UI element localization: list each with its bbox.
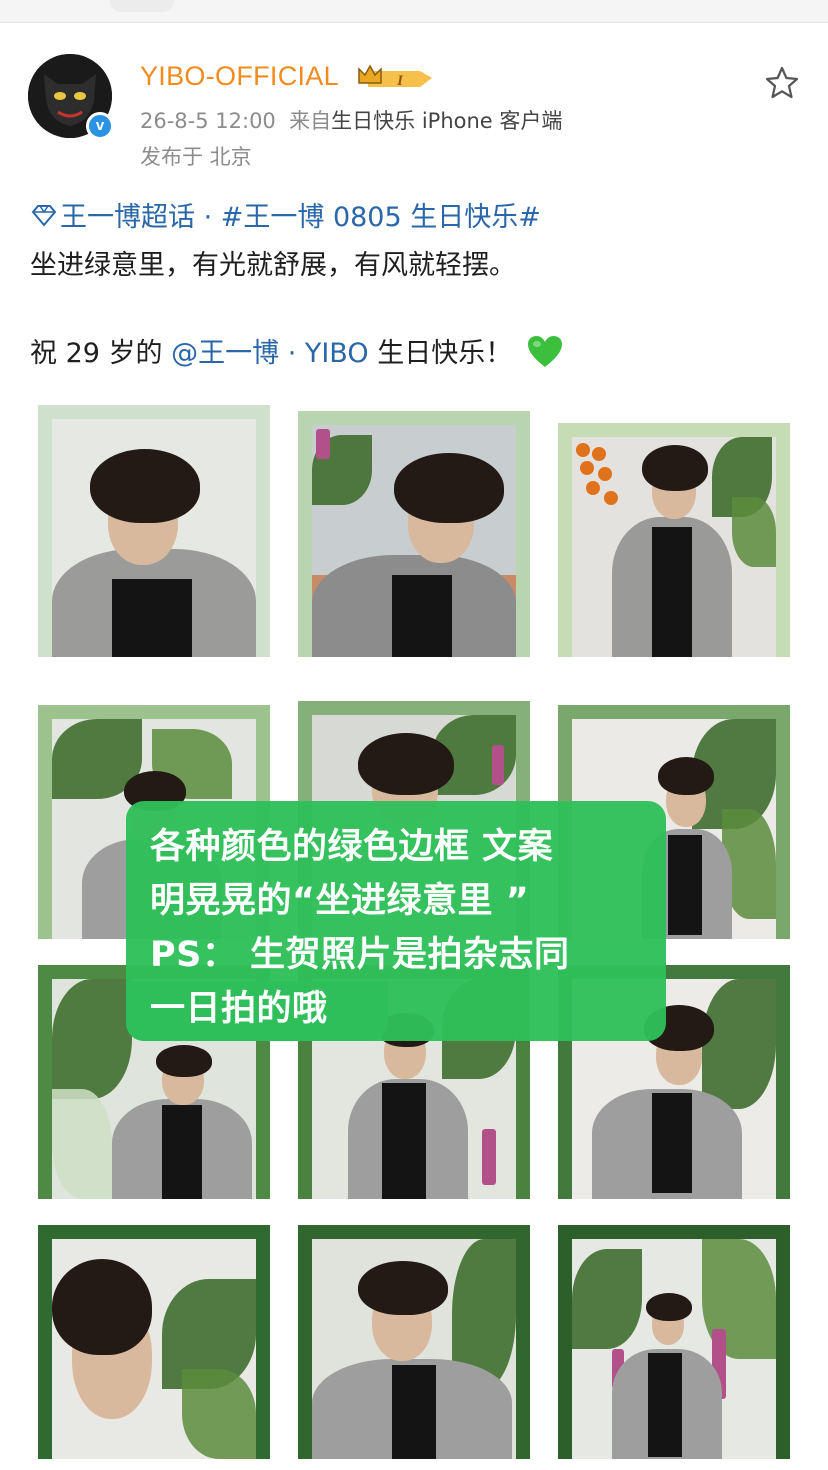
birthday-prefix: 祝 29 岁的: [30, 338, 172, 369]
photo-2[interactable]: [298, 411, 530, 657]
weibo-post: v YIBO-OFFICIAL I 26-8-5 12:00 来自生日快乐 iP…: [0, 23, 828, 1470]
post-text-line-1: 坐进绿意里，有光就舒展，有风就轻摆。: [30, 250, 516, 281]
overlay-line-1: 各种颜色的绿色边框 文案: [150, 827, 554, 867]
overlay-line-3: PS： 生贺照片是拍杂志同: [150, 935, 570, 975]
birthday-suffix: 生日快乐！: [368, 338, 513, 369]
topic-separator: ·: [195, 202, 221, 233]
level-badge-text: I: [396, 73, 404, 89]
top-strip: [0, 0, 828, 23]
post-meta: 26-8-5 12:00 来自生日快乐 iPhone 客户端: [140, 105, 562, 135]
post-text-line-2: 祝 29 岁的 @王一博 · YIBO 生日快乐！: [30, 331, 564, 370]
diamond-topic-icon: [31, 205, 57, 227]
photo-3[interactable]: [558, 423, 790, 657]
photo-12[interactable]: [558, 1225, 790, 1459]
username[interactable]: YIBO-OFFICIAL: [140, 61, 339, 92]
photo-10[interactable]: [38, 1225, 270, 1459]
topic-line: 王一博超话 · #王一博 0805 生日快乐#: [30, 195, 541, 234]
post-source[interactable]: 生日快乐 iPhone 客户端: [331, 109, 562, 133]
green-heart-icon: [528, 336, 563, 367]
post-location: 发布于 北京: [140, 145, 252, 169]
star-icon[interactable]: [764, 65, 800, 101]
verified-icon: v: [86, 112, 114, 140]
crown-badge-icon[interactable]: I: [356, 63, 436, 93]
mention-link[interactable]: @王一博 · YIBO: [171, 338, 369, 369]
overlay-line-4: 一日拍的哦: [150, 989, 328, 1029]
hashtag-link[interactable]: #王一博 0805 生日快乐#: [221, 202, 541, 233]
search-pill[interactable]: [110, 0, 174, 12]
topic-link[interactable]: 王一博超话: [60, 202, 195, 233]
overlay-line-2: 明晃晃的“坐进绿意里 ”: [150, 881, 530, 921]
timestamp: 26-8-5 12:00: [140, 109, 276, 133]
source-prefix: 来自: [289, 109, 332, 133]
photo-1[interactable]: [38, 405, 270, 657]
photo-11[interactable]: [298, 1225, 530, 1459]
